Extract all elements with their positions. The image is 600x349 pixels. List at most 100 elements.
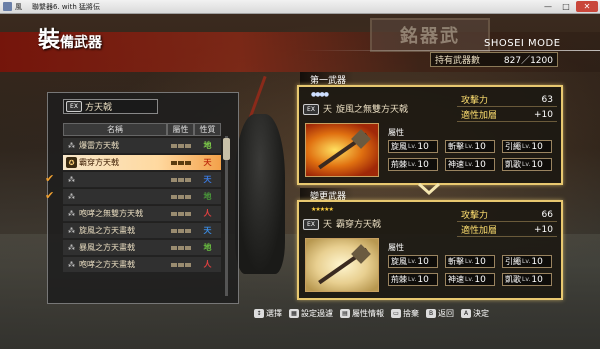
minimize-button[interactable]: —: [540, 1, 556, 12]
level-value: 10: [474, 256, 486, 267]
attribute-slot-icon: [177, 228, 184, 233]
weapon-blade: [351, 244, 371, 264]
chevron-down-icon: [417, 182, 441, 196]
table-row[interactable]: ⁂ 天: [63, 172, 221, 188]
attribute-info-control[interactable]: ▤ 屬性情報: [340, 308, 384, 319]
nature-value: 天: [203, 175, 212, 184]
row-name-cell: ✪ 霸穿方天戟: [63, 157, 167, 168]
filter-control[interactable]: ▦ 設定過濾: [289, 308, 333, 319]
attribute-chip: 旋風 Lv. 10: [388, 255, 438, 268]
first-weapon-name: 旋風之無雙方天戟: [336, 105, 409, 115]
attribute-slot-icon: [177, 160, 184, 165]
maximize-button[interactable]: □: [558, 1, 574, 12]
attribute-chip: 荊棘 Lv. 10: [388, 273, 438, 286]
confirm-control[interactable]: A 決定: [461, 308, 489, 319]
level-prefix: Lv.: [465, 258, 474, 265]
equipped-check-icon: ✔: [45, 189, 55, 202]
attribute-name: 神速: [448, 275, 464, 284]
header-divider: [300, 50, 600, 51]
page-title-big: 裝: [38, 27, 61, 53]
weapon-rank-icon: ⁂: [68, 209, 75, 218]
filter-label: 設定過濾: [301, 309, 333, 318]
weapon-name: 爆雷方天戟: [79, 141, 119, 150]
attack-label: 攻擊力: [461, 211, 489, 221]
back-control[interactable]: B 返回: [426, 308, 454, 319]
attack-value: 66: [541, 209, 553, 220]
attribute-name: 引繩: [505, 257, 521, 266]
level-value: 10: [531, 141, 543, 152]
first-weapon-panel[interactable]: ●●●● EX 天 旋風之無雙方天戟 攻擊力 63 適性加層 +10 屬性 旋風…: [297, 85, 563, 185]
attribute-slot-icon: [184, 143, 191, 148]
ex-weapon-icon: EX: [303, 219, 319, 230]
page-title: 裝備武器: [38, 22, 102, 54]
attribute-slot-icon: [170, 228, 177, 233]
level-value: 10: [531, 274, 543, 285]
attribute-info-key-icon: ▤: [340, 309, 350, 318]
select-key-icon: ↕: [254, 309, 264, 318]
discard-control[interactable]: ▭ 捨棄: [391, 308, 419, 319]
bonus-stat: 適性加層 +10: [457, 223, 557, 237]
attribute-chip: 神速 Lv. 10: [445, 158, 495, 171]
change-weapon-panel[interactable]: ★★★★★ EX 天 霸穿方天戟 攻擊力 66 適性加層 +10 屬性 旋風 Lv…: [297, 200, 563, 300]
row-name-cell: ⁂ 爆雷方天戟: [63, 140, 167, 151]
level-prefix: Lv.: [465, 143, 474, 150]
discard-key-icon: ▭: [391, 309, 401, 318]
level-value: 10: [417, 159, 429, 170]
first-weapon-image: [305, 123, 379, 177]
attribute-name: 凱歌: [505, 160, 521, 169]
back-label: 返回: [438, 309, 454, 318]
weapon-rank-icon: ⁂: [68, 226, 75, 235]
select-control[interactable]: ↕ 選擇: [254, 308, 282, 319]
level-prefix: Lv.: [522, 161, 531, 168]
table-row[interactable]: ⁂ 地: [63, 189, 221, 205]
attribute-slot-icon: [184, 194, 191, 199]
column-attribute: 屬性: [167, 123, 194, 136]
equipped-check-icon: ✔: [45, 172, 55, 185]
window-titlebar: 風 聯繫器6. with 猛將伝 — □ ✕: [0, 0, 600, 14]
attack-stat: 攻擊力 66: [457, 208, 557, 222]
nature-value: 天: [203, 158, 212, 167]
bonus-label: 適性加層: [461, 226, 498, 236]
nature-value: 人: [203, 260, 212, 269]
row-name-cell: ⁂ 咆哮之無雙方天戟: [63, 208, 167, 219]
table-row[interactable]: ⁂ 旋風之方天畫戟 天: [63, 223, 221, 239]
attribute-chip: 神速 Lv. 10: [445, 273, 495, 286]
weapon-rank-icon: ⁂: [68, 141, 75, 150]
attack-value: 63: [541, 94, 553, 105]
ex-weapon-icon: EX: [66, 101, 82, 112]
list-scrollbar[interactable]: [225, 136, 228, 296]
change-weapon-name: 霸穿方天戟: [336, 220, 382, 230]
window-title: 風: [15, 2, 22, 11]
level-prefix: Lv.: [408, 143, 417, 150]
select-label: 選擇: [266, 309, 282, 318]
attribute-slot-icon: [170, 262, 177, 267]
back-key-icon: B: [426, 309, 436, 318]
list-scroll-thumb[interactable]: [223, 138, 230, 160]
attribute-slot-icon: [184, 160, 191, 165]
table-row[interactable]: ⁂ 爆雷方天戟 地: [63, 138, 221, 154]
level-value: 10: [417, 274, 429, 285]
attribute-slot-icon: [177, 262, 184, 267]
close-button[interactable]: ✕: [576, 1, 598, 12]
attribute-chip: 荊棘 Lv. 10: [388, 158, 438, 171]
level-value: 10: [531, 256, 543, 267]
row-name-cell: ⁂ 咆哮之方天畫戟: [63, 259, 167, 270]
attack-label: 攻擊力: [461, 96, 489, 106]
column-nature: 性質: [194, 123, 221, 136]
level-prefix: Lv.: [408, 276, 417, 283]
table-row[interactable]: ⁂ 咆哮之無雙方天戟 人: [63, 206, 221, 222]
attribute-chip: 凱歌 Lv. 10: [502, 158, 552, 171]
weapon-blade: [351, 129, 371, 149]
level-prefix: Lv.: [522, 143, 531, 150]
table-row[interactable]: ⁂ 暴風之方天畫戟 地: [63, 240, 221, 256]
attribute-chip: 斬擊 Lv. 10: [445, 255, 495, 268]
table-row[interactable]: ⁂ 咆哮之方天畫戟 人: [63, 257, 221, 273]
level-value: 10: [531, 159, 543, 170]
attribute-name: 荊棘: [391, 160, 407, 169]
attribute-slot-icon: [170, 194, 177, 199]
level-prefix: Lv.: [408, 258, 417, 265]
table-row[interactable]: ✪ 霸穿方天戟 天: [63, 155, 221, 171]
attribute-chip: 斬擊 Lv. 10: [445, 140, 495, 153]
filter-key-icon: ▦: [289, 309, 299, 318]
stock-label: 持有武器數: [435, 56, 481, 66]
